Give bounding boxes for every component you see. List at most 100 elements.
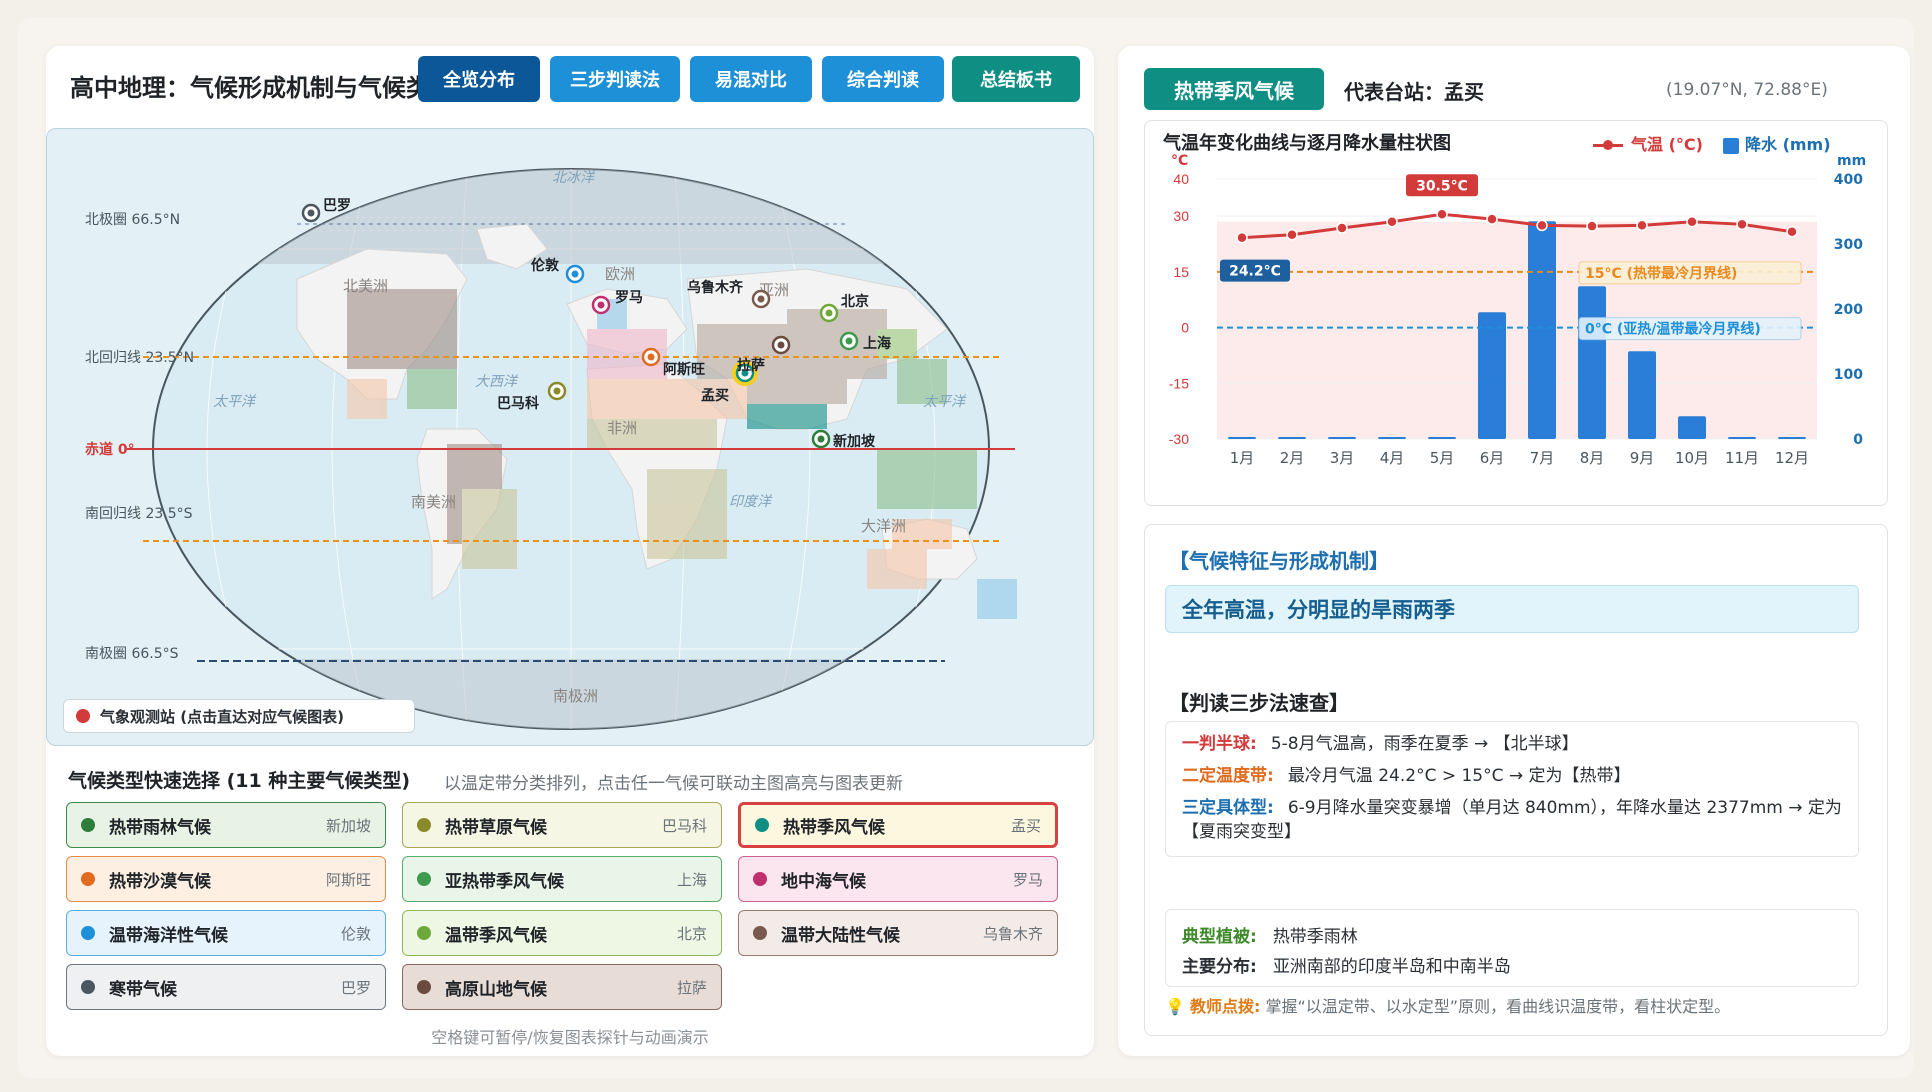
max-annotation-label: 30.5°C (1416, 178, 1468, 194)
climate-option[interactable]: 亚热带季风气候 上海 (402, 856, 722, 902)
climate-dot-icon (81, 872, 95, 886)
station-label-bamako[interactable]: 巴马科 (497, 393, 539, 413)
climate-dot-icon (753, 926, 767, 940)
region-label: 太平洋 (213, 394, 255, 410)
page-title: 高中地理：气候形成机制与气候类 (70, 74, 430, 102)
map-panel: 高中地理：气候形成机制与气候类 全览分布 三步判读法 易混对比 综合判读 总结板… (46, 46, 1094, 1056)
climate-option[interactable]: 温带海洋性气候 伦敦 (66, 910, 386, 956)
precip-bar (1528, 221, 1556, 439)
climate-name: 热带沙漠气候 (109, 871, 211, 892)
climate-option[interactable]: 地中海气候 罗马 (738, 856, 1058, 902)
climate-option[interactable]: 热带雨林气候 新加坡 (66, 802, 386, 848)
lat-label-arctic: 北极圈 66.5°N (85, 212, 181, 228)
temp-point (1786, 225, 1798, 238)
climate-name: 温带海洋性气候 (109, 925, 228, 946)
climate-dot-icon (417, 980, 431, 994)
precip-bar (1278, 437, 1306, 439)
climate-option[interactable]: 高原山地气候 拉萨 (402, 964, 722, 1010)
climate-station: 孟买 (1010, 816, 1041, 835)
y-right-tick-label: 100 (1834, 367, 1863, 383)
climate-name: 寒带气候 (109, 979, 177, 1000)
x-tick-label: 11月 (1725, 449, 1759, 467)
climate-name: 高原山地气候 (445, 979, 547, 1000)
step-1: 一判半球: 5-8月气温高，雨季在夏季 → 【北半球】 (1182, 734, 1579, 754)
climate-dot-icon (81, 926, 95, 940)
climate-name: 地中海气候 (781, 871, 866, 892)
temp-point (1236, 231, 1248, 244)
region-label: 南极洲 (553, 687, 599, 705)
region-label: 非洲 (607, 419, 638, 437)
temp-point (1336, 222, 1348, 234)
climate-tag: 热带季风气候 (1144, 68, 1324, 110)
teacher-tip: 💡 教师点拨: 掌握“以温定带、以水定型”原则，看曲线识温度带，看柱状定型。 (1165, 997, 1731, 1016)
region-label: 欧洲 (605, 265, 636, 283)
x-tick-label: 5月 (1430, 449, 1455, 467)
climate-station: 新加坡 (325, 816, 371, 835)
climate-option[interactable]: 热带草原气候 巴马科 (402, 802, 722, 848)
precip-bar (1728, 437, 1756, 439)
temp-point (1586, 220, 1598, 232)
reference-label: 0°C (亚热/温带最冷月界线) (1585, 321, 1761, 338)
x-tick-label: 4月 (1380, 449, 1405, 467)
section-heading-features: 【气候特征与形成机制】 (1169, 549, 1389, 573)
region-label: 亚洲 (759, 281, 790, 299)
climate-station: 北京 (676, 924, 707, 943)
region-label: 大西洋 (475, 374, 517, 390)
climate-station: 巴马科 (661, 816, 707, 835)
x-tick-label: 2月 (1280, 449, 1305, 467)
x-tick-label: 12月 (1775, 449, 1809, 467)
climate-option[interactable]: 热带沙漠气候 阿斯旺 (66, 856, 386, 902)
precip-bar (1678, 416, 1706, 439)
precip-bar (1628, 351, 1656, 439)
nav-button-comprehensive[interactable]: 综合判读 (822, 56, 944, 102)
climate-station: 拉萨 (676, 978, 707, 997)
station-legend-icon (76, 709, 90, 723)
y-left-unit: °C (1171, 153, 1188, 169)
climate-option[interactable]: 寒带气候 巴罗 (66, 964, 386, 1010)
station-label-london[interactable]: 伦敦 (531, 255, 559, 275)
station-label-aswan[interactable]: 阿斯旺 (663, 359, 705, 379)
precip-bar (1578, 286, 1606, 439)
nav-button-three-steps[interactable]: 三步判读法 (550, 56, 680, 102)
x-tick-label: 9月 (1630, 449, 1655, 467)
region-label: 北冰洋 (552, 170, 594, 186)
precip-bar (1428, 437, 1456, 439)
precip-bar (1328, 437, 1356, 439)
station-label-shanghai[interactable]: 上海 (863, 333, 891, 353)
map-graphic (127, 168, 1017, 730)
station-label-rome[interactable]: 罗马 (615, 287, 643, 307)
nav-button-summary[interactable]: 总结板书 (952, 56, 1080, 102)
climate-station: 上海 (676, 870, 707, 889)
nav-button-comparison[interactable]: 易混对比 (690, 56, 812, 102)
x-tick-label: 10月 (1675, 449, 1709, 467)
y-left-tick-label: 15 (1173, 264, 1189, 280)
min-annotation-label: 24.2°C (1229, 264, 1281, 280)
precip-bar (1378, 437, 1406, 439)
x-tick-label: 3月 (1330, 449, 1355, 467)
lat-label-capricorn: 南回归线 23.5°S (85, 506, 193, 522)
climate-dot-icon (417, 818, 431, 832)
station-label-urumqi[interactable]: 乌鲁木齐 (687, 277, 743, 297)
climate-option[interactable]: 温带季风气候 北京 (402, 910, 722, 956)
climate-option[interactable]: 温带大陆性气候 乌鲁木齐 (738, 910, 1058, 956)
chooser-title: 气候类型快速选择 (11 种主要气候类型) (68, 770, 411, 792)
station-label-beijing[interactable]: 北京 (841, 291, 869, 311)
climate-option[interactable]: 热带季风气候 孟买 (738, 802, 1058, 848)
climate-name: 亚热带季风气候 (445, 871, 564, 892)
world-map[interactable]: 北冰洋 北美洲 欧洲 亚洲 大西洋 太平洋 太平洋 非洲 南美洲 印度洋 大洋洲… (46, 128, 1094, 746)
feature-summary: 全年高温，分明显的旱雨两季 (1165, 585, 1859, 633)
station-label-singapore[interactable]: 新加坡 (833, 431, 875, 451)
keyboard-hint: 空格键可暂停/恢复图表探针与动画演示 (431, 1028, 709, 1047)
lat-label-equator: 赤道 0° (85, 442, 135, 458)
nav-button-overview[interactable]: 全览分布 (418, 56, 540, 102)
station-label-mumbai[interactable]: 孟买 (701, 385, 729, 405)
climate-station: 乌鲁木齐 (982, 924, 1043, 943)
detail-panel: 热带季风气候 代表台站：孟买 (19.07°N, 72.88°E) 气温年变化曲… (1118, 46, 1910, 1056)
y-left-tick-label: 0 (1181, 320, 1189, 336)
lat-label-cancer: 北回归线 23.5°N (85, 350, 195, 366)
station-label-lhasa[interactable]: 拉萨 (737, 355, 765, 375)
climate-dot-icon (81, 980, 95, 994)
station-label-barrow[interactable]: 巴罗 (323, 195, 351, 215)
temp-point (1736, 218, 1748, 231)
climate-chart[interactable]: 气温年变化曲线与逐月降水量柱状图 气温 (°C) 降水 (mm) 40 30 15 0… (1144, 120, 1888, 506)
